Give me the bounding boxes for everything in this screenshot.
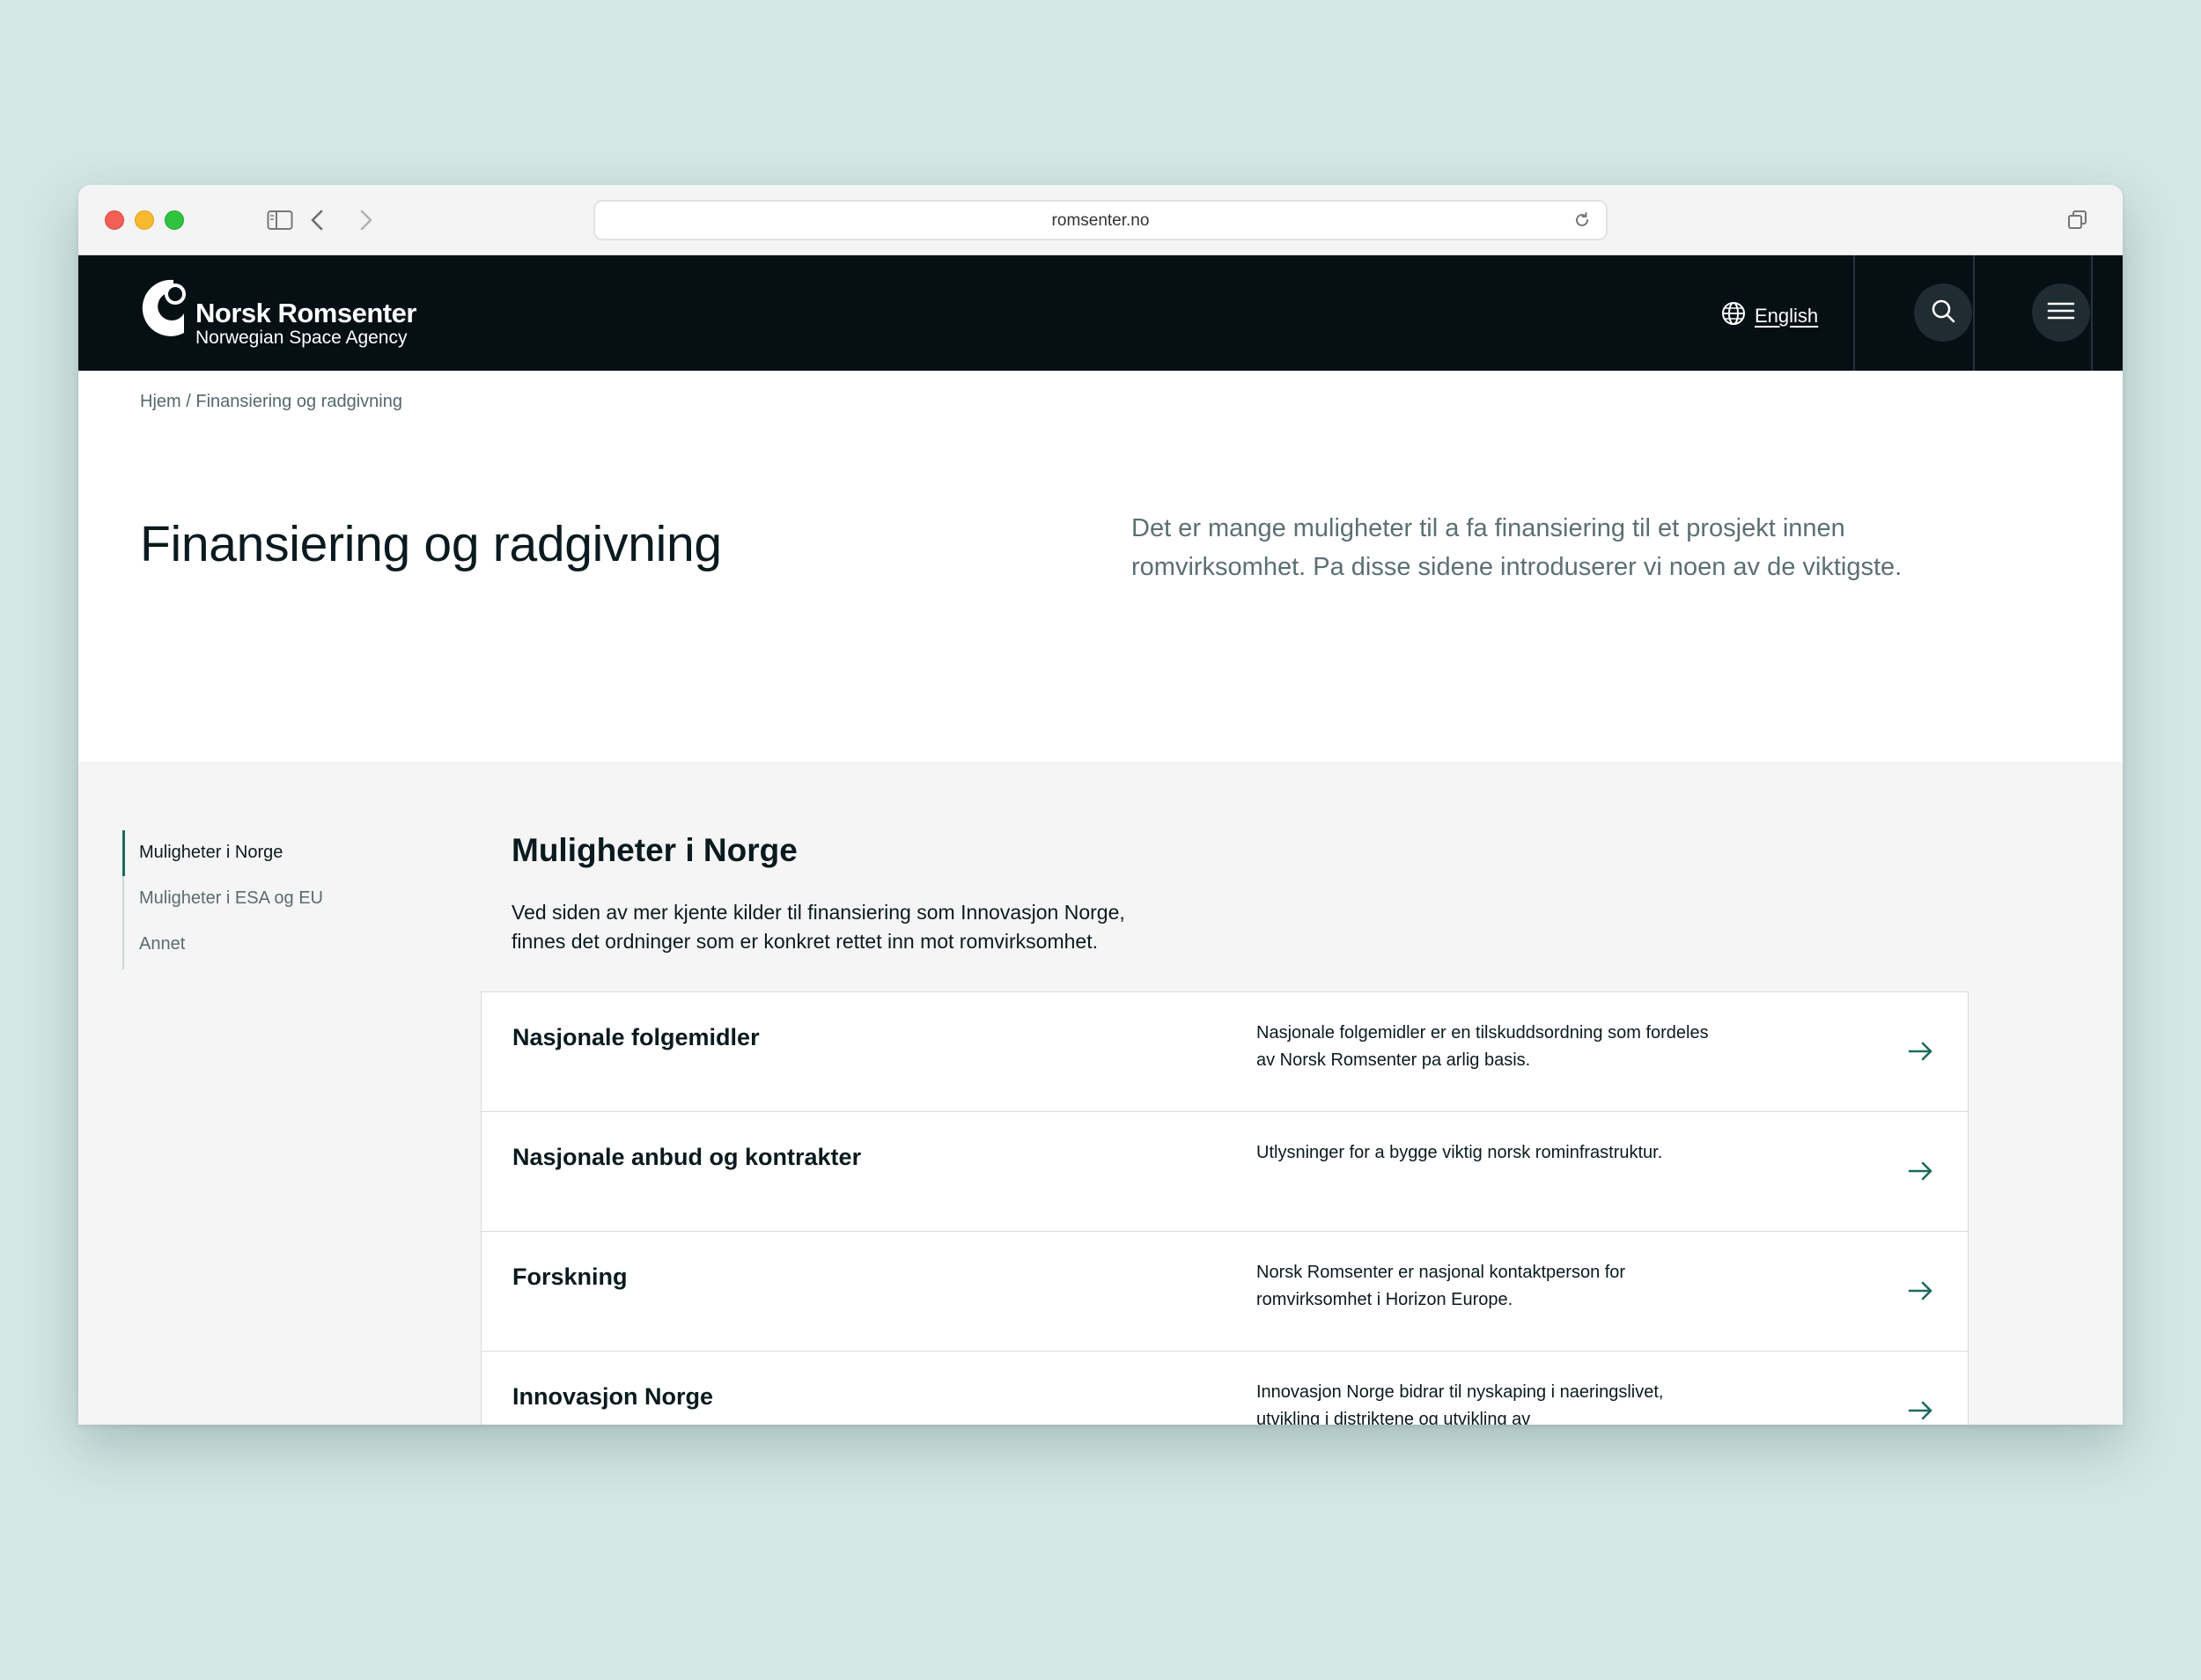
card-title: Forskning [512, 1264, 628, 1290]
card-nasjonale-anbud-og-kontrakter[interactable]: Nasjonale anbud og kontrakter Utlysninge… [481, 1111, 1969, 1232]
header-divider [2091, 255, 2093, 371]
hamburger-menu-icon [2047, 300, 2075, 326]
language-link[interactable]: English [1755, 305, 1818, 328]
tab-overview-icon[interactable] [2063, 206, 2093, 234]
language-switcher[interactable]: English [1721, 301, 1818, 331]
card-description: Nasjonale folgemidler er en tilskuddsord… [1256, 1023, 1709, 1070]
menu-button[interactable] [2032, 284, 2090, 342]
forward-arrow-icon[interactable] [351, 206, 381, 234]
address-bar-url: romsenter.no [1051, 211, 1150, 230]
breadcrumb-home-link[interactable]: Hjem [140, 392, 181, 411]
arrow-right-icon[interactable] [1908, 1280, 1934, 1301]
sidenav-active-indicator [122, 830, 125, 876]
browser-window: romsenter.no Norsk Romsenter Norwegian S… [78, 185, 2123, 1425]
logo-subtitle: Norwegian Space Agency [195, 328, 408, 348]
card-innovasjon-norge[interactable]: Innovasjon Norge Innovasjon Norge bidrar… [481, 1351, 1969, 1425]
page-intro: Det er mange muligheter til a fa finansi… [1131, 514, 1903, 581]
breadcrumb-separator: / [186, 392, 191, 411]
site-logo[interactable]: Norsk Romsenter Norwegian Space Agency [138, 273, 429, 348]
address-bar[interactable]: romsenter.no [593, 200, 1608, 240]
sidenav-item-annet[interactable]: Annet [139, 934, 185, 954]
card-nasjonale-folgemidler[interactable]: Nasjonale folgemidler Nasjonale folgemid… [481, 991, 1969, 1112]
maximize-window-button[interactable] [165, 210, 184, 230]
card-title: Nasjonale anbud og kontrakter [512, 1144, 862, 1170]
breadcrumb: Hjem / Finansiering og radgivning [140, 392, 402, 412]
header-divider [1973, 255, 1975, 371]
card-description: Norsk Romsenter er nasjonal kontaktperso… [1256, 1263, 1626, 1309]
content-section: Muligheter i Norge Muligheter i ESA og E… [78, 762, 2123, 1425]
logo-mark-icon [138, 273, 191, 343]
arrow-right-icon[interactable] [1908, 1400, 1934, 1421]
arrow-right-icon[interactable] [1908, 1041, 1934, 1062]
close-window-button[interactable] [105, 210, 124, 230]
sidenav-item-muligheter-i-esa-og-eu[interactable]: Muligheter i ESA og EU [139, 888, 323, 909]
card-title: Nasjonale folgemidler [512, 1024, 760, 1050]
search-button[interactable] [1914, 284, 1972, 342]
breadcrumb-current: Finansiering og radgivning [195, 392, 402, 411]
page-title: Finansiering og radgivning [140, 516, 722, 572]
minimize-window-button[interactable] [135, 210, 154, 230]
section-description: Ved siden av mer kjente kilder til finan… [512, 901, 1125, 953]
search-icon [1930, 298, 1956, 328]
card-title: Innovasjon Norge [512, 1383, 714, 1410]
sidebar-toggle-icon[interactable] [265, 206, 295, 234]
back-arrow-icon[interactable] [302, 206, 332, 234]
site-header: Norsk Romsenter Norwegian Space Agency E… [78, 255, 2123, 371]
card-description: Utlysninger for a bygge viktig norsk rom… [1256, 1143, 1663, 1162]
card-forskning[interactable]: Forskning Norsk Romsenter er nasjonal ko… [481, 1231, 1969, 1352]
browser-toolbar: romsenter.no [78, 185, 2123, 255]
section-title: Muligheter i Norge [512, 832, 798, 868]
header-divider [1853, 255, 1855, 371]
reload-icon[interactable] [1572, 210, 1592, 230]
sidenav-item-muligheter-i-norge[interactable]: Muligheter i Norge [139, 843, 283, 863]
globe-icon [1721, 301, 1746, 331]
arrow-right-icon[interactable] [1908, 1161, 1934, 1182]
card-description: Innovasjon Norge bidrar til nyskaping i … [1256, 1382, 1664, 1425]
logo-name: Norsk Romsenter [195, 298, 416, 328]
card-list: Nasjonale folgemidler Nasjonale folgemid… [481, 991, 1969, 1425]
